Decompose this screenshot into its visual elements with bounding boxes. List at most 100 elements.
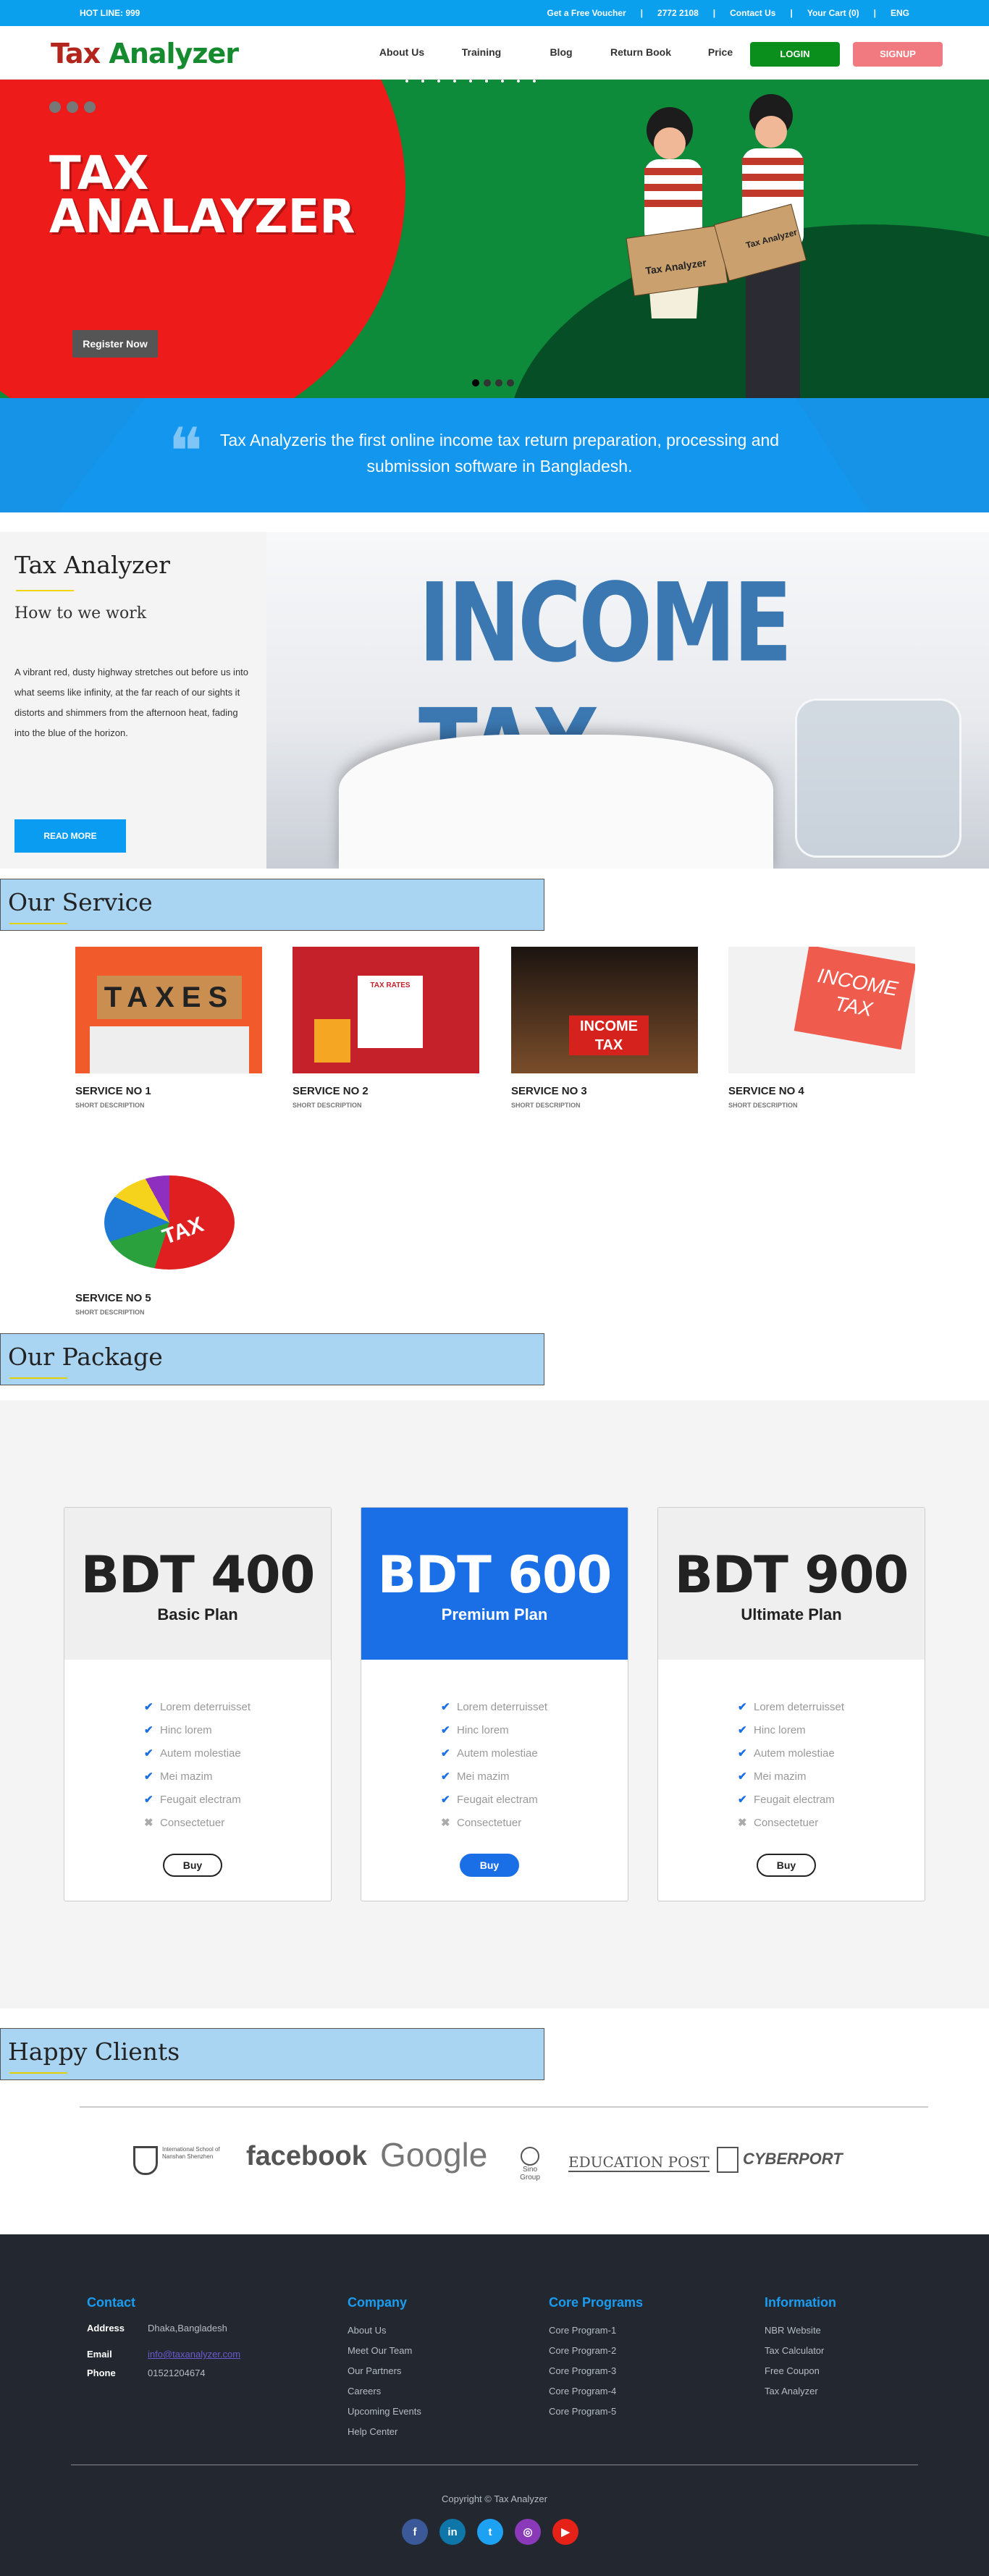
service-title: SERVICE NO 2 [293,1085,369,1097]
cross-icon: ✖ [738,1817,747,1829]
check-icon: ✔ [144,1701,153,1713]
service-title: SERVICE NO 4 [728,1085,804,1097]
footer-link[interactable]: Help Center [348,2422,421,2442]
address-value: Dhaka,Bangladesh [148,2323,227,2334]
footer-link[interactable]: Careers [348,2381,421,2402]
footer-link[interactable]: Tax Analyzer [765,2381,836,2402]
twitter-icon[interactable]: t [477,2519,503,2545]
hero-decor-dots [405,80,536,83]
slide-dot[interactable] [507,379,514,387]
instagram-icon[interactable]: ◎ [515,2519,541,2545]
site-logo[interactable]: Tax Analyzer [51,38,239,69]
facebook-icon[interactable]: f [402,2519,428,2545]
plan-price: BDT 400 [80,1545,316,1605]
phone-label: Phone [87,2368,116,2378]
footer-link[interactable]: Meet Our Team [348,2341,421,2361]
buy-button[interactable]: Buy [460,1854,519,1877]
footer-link[interactable]: Core Program-2 [549,2341,643,2361]
service-3-image: INCOME TAX [511,947,698,1073]
address-label: Address [87,2323,125,2334]
service-desc: SHORT DESCRIPTION [75,1102,145,1109]
read-more-button[interactable]: READ MORE [14,819,126,853]
income-tax-image: INCOME TAX [266,532,989,869]
login-button[interactable]: LOGIN [750,42,840,67]
footer-link[interactable]: NBR Website [765,2320,836,2341]
buy-button[interactable]: Buy [163,1854,222,1877]
slide-dot[interactable] [472,379,479,387]
client-logo-cyberport: CYBERPORT [717,2147,843,2173]
footer-link[interactable]: Upcoming Events [348,2402,421,2422]
feature-item: ✔ Lorem deterruisset [441,1696,628,1719]
service-title: SERVICE NO 5 [75,1292,151,1304]
divider: | [640,8,644,18]
register-now-button[interactable]: Register Now [72,330,158,358]
footer-link[interactable]: Free Coupon [765,2361,836,2381]
client-logo-facebook: facebook [246,2141,367,2171]
pricing-card-premium: BDT 600 Premium Plan ✔ Lorem deterruisset … [361,1507,628,1901]
package-heading-bar: Our Package [0,1333,544,1385]
feature-item: ✔ Autem molestiae [738,1742,925,1765]
check-icon: ✔ [738,1794,747,1806]
footer-programs: Core Programs Core Program-1 Core Progra… [549,2295,643,2422]
nav-blog[interactable]: Blog [521,46,601,58]
feature-item: ✔ Mei mazim [441,1765,628,1789]
email-link[interactable]: info@taxanalyzer.com [148,2349,240,2363]
footer-link[interactable]: Core Program-4 [549,2381,643,2402]
slide-dot[interactable] [484,379,491,387]
footer-link[interactable]: Core Program-1 [549,2320,643,2341]
hero-illustration: Tax Analyzer Tax Analyzer [626,94,807,398]
nav-about-us[interactable]: About Us [362,46,442,58]
language-link[interactable]: ENG [891,8,909,18]
slide-dot[interactable] [495,379,502,387]
logo-word-2: Analyzer [109,38,239,69]
feature-item: ✔ Mei mazim [738,1765,925,1789]
service-2-image: TAX RATES [293,947,479,1073]
plan-price: BDT 600 [377,1545,613,1605]
buy-button[interactable]: Buy [757,1854,816,1877]
feature-item: ✔ Lorem deterruisset [738,1696,925,1719]
nav-price[interactable]: Price [681,46,760,58]
client-logo-isns: International School of Nanshan Shenzhen [133,2146,227,2175]
check-icon: ✔ [144,1794,153,1806]
divider: | [712,8,716,18]
service-card[interactable]: TAX RATES SERVICE NO 2 SHORT DESCRIPTION [293,947,479,1109]
footer-link[interactable]: Tax Calculator [765,2341,836,2361]
about-section: Tax Analyzer How to we work A vibrant re… [0,532,989,869]
footer-link[interactable]: Core Program-5 [549,2402,643,2422]
check-icon: ✔ [441,1794,450,1806]
tagline-band: ❝ Tax Analyzeris the first online income… [0,398,989,512]
nav-return-book[interactable]: Return Book [601,46,681,58]
linkedin-icon[interactable]: in [439,2519,466,2545]
clients-heading: Happy Clients [8,2037,180,2066]
footer-link[interactable]: Our Partners [348,2361,421,2381]
plan-name: Ultimate Plan [741,1605,842,1623]
footer-link[interactable]: Core Program-3 [549,2361,643,2381]
cart-link[interactable]: Your Cart (0) [807,8,859,18]
social-links: f in t ◎ ▶ [402,2519,578,2545]
contact-link[interactable]: Contact Us [730,8,775,18]
nav-menu: About Us Training Blog Return Book Price [362,46,760,58]
footer-link[interactable]: About Us [348,2320,421,2341]
check-icon: ✔ [441,1770,450,1783]
phone-link[interactable]: 2772 2108 [657,8,699,18]
signup-button[interactable]: SIGNUP [853,42,943,67]
divider: | [873,8,876,18]
service-card[interactable]: TAXES SERVICE NO 1 SHORT DESCRIPTION [75,947,262,1109]
free-voucher-link[interactable]: Get a Free Voucher [547,8,626,18]
footer-company: Company About Us Meet Our Team Our Partn… [348,2295,421,2442]
check-icon: ✔ [441,1724,450,1736]
service-card[interactable]: INCOME TAX SERVICE NO 3 SHORT DESCRIPTIO… [511,947,698,1109]
service-card[interactable]: INCOME TAX SERVICE NO 4 SHORT DESCRIPTIO… [728,947,915,1109]
service-card[interactable]: TAX SERVICE NO 5 SHORT DESCRIPTION [75,1154,262,1316]
divider: | [790,8,793,18]
check-icon: ✔ [738,1747,747,1760]
quote-icon: ❝ [168,414,203,490]
feature-list: ✔ Lorem deterruisset ✔ Hinc lorem ✔ Autem m… [441,1696,628,1835]
client-logo-sino: Sino Group [515,2147,544,2182]
service-desc: SHORT DESCRIPTION [511,1102,581,1109]
service-desc: SHORT DESCRIPTION [293,1102,362,1109]
nav-training[interactable]: Training [442,46,521,58]
check-icon: ✔ [144,1770,153,1783]
hotline-text: HOT LINE: 999 [80,8,140,18]
youtube-icon[interactable]: ▶ [552,2519,578,2545]
